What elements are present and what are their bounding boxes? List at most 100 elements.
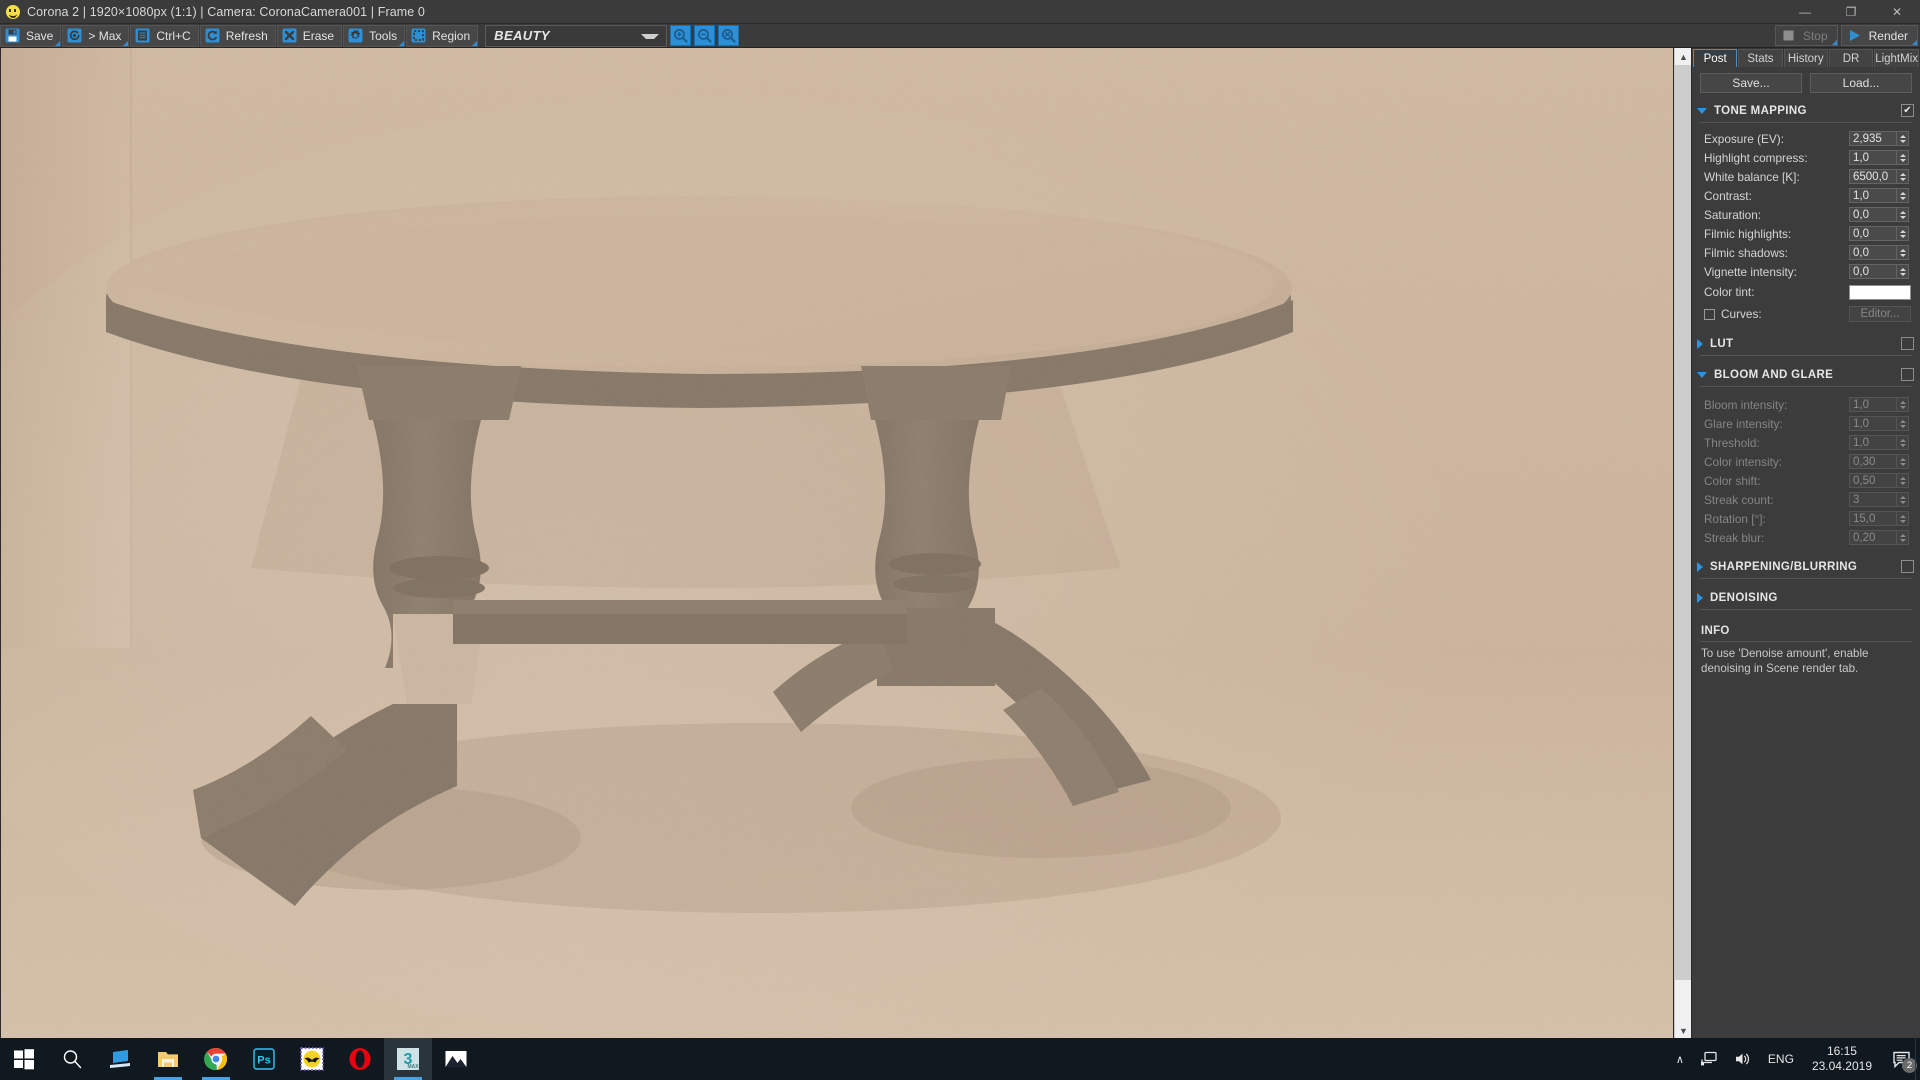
preset-load-button[interactable]: Load... bbox=[1810, 73, 1912, 93]
tone-mapping-header[interactable]: TONE MAPPING bbox=[1692, 101, 1920, 120]
streak-blur-spinner[interactable] bbox=[1849, 530, 1911, 545]
maximize-button[interactable]: ❐ bbox=[1828, 0, 1874, 24]
rotation-spinner[interactable] bbox=[1849, 511, 1911, 526]
bloom-intensity-stepper[interactable] bbox=[1897, 397, 1909, 412]
curves-editor-button[interactable]: Editor... bbox=[1849, 306, 1911, 322]
tools-button[interactable]: Tools bbox=[343, 24, 406, 47]
send-to-max-button[interactable]: > Max bbox=[62, 24, 130, 47]
tab-stats[interactable]: Stats bbox=[1738, 49, 1783, 67]
threshold-spinner[interactable] bbox=[1849, 435, 1911, 450]
show-desktop-button[interactable] bbox=[1915, 1038, 1920, 1080]
rotation-stepper[interactable] bbox=[1897, 511, 1909, 526]
threshold-stepper[interactable] bbox=[1897, 435, 1909, 450]
zoom-in-button[interactable] bbox=[670, 25, 692, 46]
autodesk-3ds-max-button[interactable]: 3 MAX bbox=[384, 1038, 432, 1080]
network-status-button[interactable] bbox=[1692, 1038, 1726, 1080]
bloom-and-glare-header[interactable]: BLOOM AND GLARE bbox=[1692, 365, 1920, 384]
rotation-input[interactable] bbox=[1849, 511, 1897, 526]
filmic-highlights-stepper[interactable] bbox=[1897, 226, 1909, 241]
tab-dr[interactable]: DR bbox=[1828, 49, 1874, 67]
glare-intensity-stepper[interactable] bbox=[1897, 416, 1909, 431]
lut-header[interactable]: LUT bbox=[1692, 334, 1920, 353]
filmic-shadows-input[interactable] bbox=[1849, 245, 1897, 260]
denoising-header[interactable]: DENOISING bbox=[1692, 588, 1920, 607]
sharpening-blurring-header[interactable]: SHARPENING/BLURRING bbox=[1692, 557, 1920, 576]
task-view-button[interactable] bbox=[96, 1038, 144, 1080]
streak-count-input[interactable] bbox=[1849, 492, 1897, 507]
contrast-spinner[interactable] bbox=[1849, 188, 1911, 203]
streak-blur-stepper[interactable] bbox=[1897, 530, 1909, 545]
color-shift-stepper[interactable] bbox=[1897, 473, 1909, 488]
chevron-right-icon[interactable] bbox=[1697, 561, 1703, 572]
color-shift-spinner[interactable] bbox=[1849, 473, 1911, 488]
close-button[interactable]: ✕ bbox=[1874, 0, 1920, 24]
dropdown-corner[interactable] bbox=[55, 40, 61, 46]
vignette-intensity-input[interactable] bbox=[1849, 264, 1897, 279]
photoshop-button[interactable]: Ps bbox=[240, 1038, 288, 1080]
bloom-intensity-input[interactable] bbox=[1849, 397, 1897, 412]
color-shift-input[interactable] bbox=[1849, 473, 1897, 488]
tab-post[interactable]: Post bbox=[1693, 49, 1738, 67]
vignette-intensity-stepper[interactable] bbox=[1897, 264, 1909, 279]
white-balance-input[interactable] bbox=[1849, 169, 1897, 184]
dropdown-corner[interactable] bbox=[472, 40, 478, 46]
dropdown-corner[interactable] bbox=[1831, 40, 1837, 45]
highlight-compress-input[interactable] bbox=[1849, 150, 1897, 165]
color-intensity-input[interactable] bbox=[1849, 454, 1897, 469]
volume-button[interactable] bbox=[1726, 1038, 1760, 1080]
dropdown-corner[interactable] bbox=[1912, 40, 1917, 45]
white-balance-stepper[interactable] bbox=[1897, 169, 1909, 184]
image-viewer-button[interactable] bbox=[432, 1038, 480, 1080]
minimize-button[interactable]: — bbox=[1782, 0, 1828, 24]
color-intensity-stepper[interactable] bbox=[1897, 454, 1909, 469]
chevron-right-icon[interactable] bbox=[1697, 338, 1703, 349]
exposure-stepper[interactable] bbox=[1897, 131, 1909, 146]
scroll-up-arrow[interactable]: ▲ bbox=[1675, 48, 1692, 65]
show-hidden-icons-button[interactable]: ∧ bbox=[1668, 1038, 1692, 1080]
search-button[interactable] bbox=[48, 1038, 96, 1080]
vignette-intensity-spinner[interactable] bbox=[1849, 264, 1911, 279]
saturation-stepper[interactable] bbox=[1897, 207, 1909, 222]
saturation-input[interactable] bbox=[1849, 207, 1897, 222]
stop-button[interactable]: Stop bbox=[1774, 25, 1838, 46]
dropdown-corner[interactable] bbox=[399, 40, 405, 46]
contrast-stepper[interactable] bbox=[1897, 188, 1909, 203]
render-pass-selector[interactable]: BEAUTY bbox=[485, 24, 668, 47]
contrast-input[interactable] bbox=[1849, 188, 1897, 203]
start-button[interactable] bbox=[0, 1038, 48, 1080]
dropdown-corner[interactable] bbox=[123, 40, 129, 46]
filmic-shadows-stepper[interactable] bbox=[1897, 245, 1909, 260]
file-explorer-button[interactable] bbox=[144, 1038, 192, 1080]
curves-checkbox[interactable] bbox=[1704, 308, 1715, 320]
bat-app-button[interactable] bbox=[288, 1038, 336, 1080]
tab-history[interactable]: History bbox=[1783, 49, 1828, 67]
filmic-highlights-input[interactable] bbox=[1849, 226, 1897, 241]
render-image[interactable] bbox=[1, 48, 1673, 1039]
highlight-compress-spinner[interactable] bbox=[1849, 150, 1911, 165]
zoom-out-button[interactable] bbox=[694, 25, 716, 46]
tone-mapping-checkbox[interactable] bbox=[1901, 104, 1914, 117]
exposure-input[interactable] bbox=[1849, 131, 1897, 146]
region-button[interactable]: Region bbox=[406, 24, 479, 47]
bloom-intensity-spinner[interactable] bbox=[1849, 397, 1911, 412]
save-button[interactable]: Save bbox=[0, 24, 62, 47]
clock[interactable]: 16:15 23.04.2019 bbox=[1802, 1038, 1882, 1080]
chevron-right-icon[interactable] bbox=[1697, 592, 1703, 603]
filmic-highlights-spinner[interactable] bbox=[1849, 226, 1911, 241]
zoom-reset-button[interactable] bbox=[718, 25, 740, 46]
sharpening-blurring-checkbox[interactable] bbox=[1901, 560, 1914, 573]
streak-count-stepper[interactable] bbox=[1897, 492, 1909, 507]
preset-save-button[interactable]: Save... bbox=[1700, 73, 1802, 93]
opera-button[interactable] bbox=[336, 1038, 384, 1080]
render-button[interactable]: Render bbox=[1840, 25, 1918, 46]
tab-lightmix[interactable]: LightMix bbox=[1874, 49, 1920, 67]
saturation-spinner[interactable] bbox=[1849, 207, 1911, 222]
bloom-and-glare-checkbox[interactable] bbox=[1901, 368, 1914, 381]
highlight-compress-stepper[interactable] bbox=[1897, 150, 1909, 165]
threshold-input[interactable] bbox=[1849, 435, 1897, 450]
google-chrome-button[interactable] bbox=[192, 1038, 240, 1080]
color-tint-swatch[interactable] bbox=[1849, 284, 1911, 300]
language-indicator[interactable]: ENG bbox=[1760, 1038, 1802, 1080]
glare-intensity-spinner[interactable] bbox=[1849, 416, 1911, 431]
streak-blur-input[interactable] bbox=[1849, 530, 1897, 545]
